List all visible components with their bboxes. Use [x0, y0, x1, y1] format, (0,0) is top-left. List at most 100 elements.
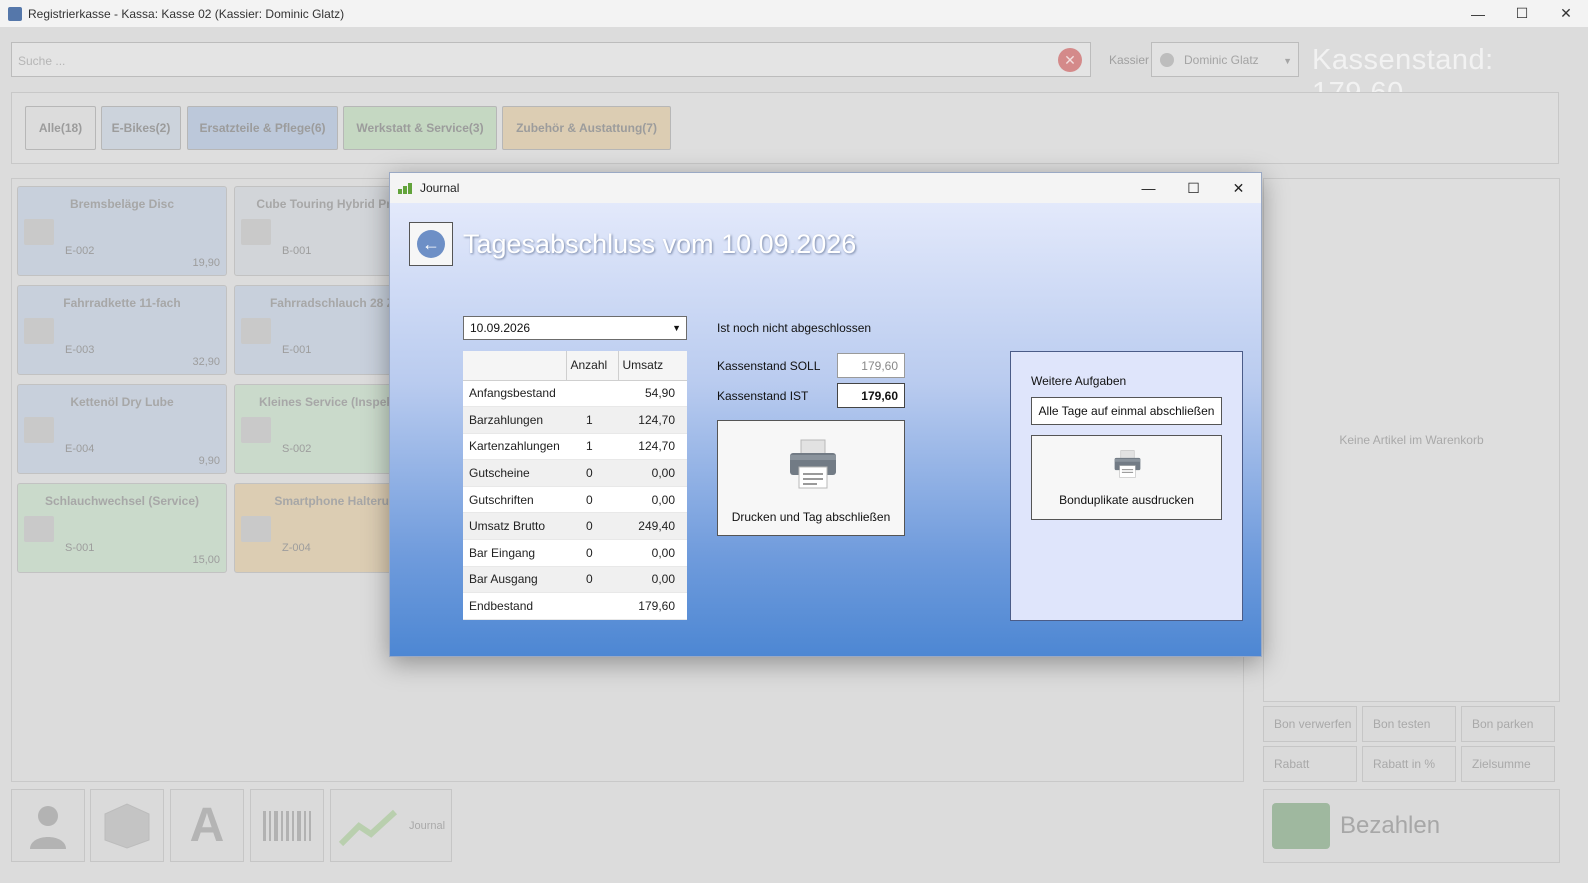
- bezahlen-label: Bezahlen: [1340, 812, 1441, 839]
- category-label: Alle(18): [38, 121, 83, 135]
- table-header-row: Anzahl Umsatz: [463, 351, 687, 381]
- customer-button[interactable]: [11, 789, 85, 862]
- chevron-down-icon: ▼: [672, 323, 681, 333]
- bon-parken-button[interactable]: Bon parken: [1461, 706, 1555, 742]
- product-name: Schlauchwechsel (Service): [44, 494, 200, 508]
- category-ebikes[interactable]: E-Bikes(2): [101, 106, 181, 150]
- product-code: E-003: [65, 344, 95, 356]
- category-label: Werkstatt & Service(3): [356, 121, 484, 135]
- row-label: Gutschriften: [463, 486, 566, 514]
- dialog-body: ← Tagesabschluss vom 10.09.2026 10.09.20…: [390, 203, 1261, 656]
- chart-up-icon: [339, 809, 398, 846]
- close-button[interactable]: ✕: [1544, 0, 1588, 27]
- product-image: [24, 516, 54, 542]
- minimize-button[interactable]: —: [1456, 0, 1500, 27]
- search-input[interactable]: Suche ...: [11, 42, 1091, 77]
- row-amount: 249,40: [618, 512, 687, 541]
- row-count: 0: [566, 459, 618, 487]
- close-all-days-button[interactable]: Alle Tage auf einmal abschließen: [1031, 397, 1222, 425]
- clear-search-icon[interactable]: ✕: [1058, 48, 1082, 72]
- letter-a-icon: A: [189, 799, 225, 852]
- bicycle-icon: [241, 219, 271, 245]
- dialog-close-button[interactable]: ✕: [1216, 173, 1261, 203]
- category-alle[interactable]: Alle(18): [25, 106, 96, 150]
- product-code: E-004: [65, 443, 95, 455]
- print-duplicates-label: Bonduplikate ausdrucken: [1059, 493, 1194, 507]
- row-amount: 124,70: [618, 433, 687, 461]
- window-title: Registrierkasse - Kassa: Kasse 02 (Kassi…: [28, 6, 345, 21]
- product-tile[interactable]: Schlauchwechsel (Service) S-001 15,00: [17, 483, 227, 573]
- row-label: Gutscheine: [463, 459, 566, 487]
- row-amount: 179,60: [618, 592, 687, 620]
- row-label: Umsatz Brutto: [463, 512, 566, 541]
- arrow-left-icon: ←: [417, 230, 445, 258]
- product-code: E-001: [282, 344, 312, 356]
- kassier-selected-value: Dominic Glatz: [1184, 52, 1259, 67]
- journal-chart-icon: [398, 182, 414, 194]
- box-icon: [104, 802, 150, 849]
- product-tile[interactable]: Kettenöl Dry Lube E-004 9,90: [17, 384, 227, 474]
- rabatt-button[interactable]: Rabatt: [1263, 746, 1357, 782]
- dialog-maximize-button[interactable]: ☐: [1171, 173, 1216, 203]
- journal-dialog: Journal — ☐ ✕ ← Tagesabschluss vom 10.09…: [389, 172, 1262, 657]
- product-image: [241, 516, 271, 542]
- row-count: 1: [566, 406, 618, 434]
- product-code: S-002: [282, 443, 312, 455]
- row-amount: 124,70: [618, 406, 687, 434]
- barcode-icon: [263, 810, 311, 841]
- maximize-button[interactable]: ☐: [1500, 0, 1544, 27]
- dialog-titlebar: Journal — ☐ ✕: [390, 173, 1261, 203]
- back-button[interactable]: ←: [409, 222, 453, 266]
- print-and-close-day-button[interactable]: Drucken und Tag abschließen: [717, 420, 905, 536]
- product-name: Fahrradkette 11-fach: [63, 296, 181, 310]
- articles-button[interactable]: [90, 789, 164, 862]
- row-count: [566, 592, 618, 620]
- date-select[interactable]: 10.09.2026 ▼: [463, 316, 687, 340]
- category-label: Ersatzteile & Pflege(6): [199, 121, 326, 135]
- cart-empty-text: Keine Artikel im Warenkorb: [1339, 433, 1484, 447]
- row-count: 1: [566, 433, 618, 461]
- category-ersatzteile[interactable]: Ersatzteile & Pflege(6): [187, 106, 338, 150]
- status-text: Ist noch nicht abgeschlossen: [717, 321, 872, 335]
- product-price: 32,90: [192, 356, 220, 368]
- column-header-anzahl: Anzahl: [566, 351, 619, 381]
- row-amount: 0,00: [618, 459, 687, 487]
- date-value: 10.09.2026: [470, 321, 531, 335]
- row-count: 0: [566, 512, 618, 541]
- kassier-select[interactable]: Dominic Glatz ▼: [1151, 42, 1299, 77]
- row-amount: 0,00: [618, 566, 687, 594]
- row-label: Anfangsbestand: [463, 380, 566, 408]
- category-zubehoer[interactable]: Zubehör & Austattung(7): [502, 106, 671, 150]
- printer-icon: [1114, 450, 1141, 478]
- kassier-label: Kassier: [1109, 53, 1150, 67]
- main-titlebar: Registrierkasse - Kassa: Kasse 02 (Kassi…: [0, 0, 1588, 27]
- user-icon: [1160, 52, 1174, 67]
- print-and-close-label: Drucken und Tag abschließen: [731, 510, 891, 524]
- row-count: 0: [566, 486, 618, 514]
- product-tile[interactable]: Fahrradkette 11-fach E-003 32,90: [17, 285, 227, 375]
- person-icon: [30, 805, 66, 849]
- kassenstand-ist-input[interactable]: 179,60: [837, 383, 905, 408]
- barcode-button[interactable]: [250, 789, 324, 862]
- product-price: 19,90: [192, 257, 220, 269]
- printer-icon: [790, 439, 836, 489]
- bon-testen-button[interactable]: Bon testen: [1362, 706, 1456, 742]
- further-tasks-panel: Weitere Aufgaben Alle Tage auf einmal ab…: [1010, 351, 1243, 621]
- bezahlen-button[interactable]: Bezahlen: [1263, 789, 1560, 863]
- rabatt-prozent-button[interactable]: Rabatt in %: [1362, 746, 1456, 782]
- column-header-umsatz: Umsatz: [618, 351, 687, 381]
- register-app-icon: [8, 6, 22, 21]
- product-tile[interactable]: Bremsbeläge Disc E-002 19,90: [17, 186, 227, 276]
- row-count: 0: [566, 566, 618, 594]
- product-image: [24, 219, 54, 245]
- dialog-minimize-button[interactable]: —: [1126, 173, 1171, 203]
- text-button[interactable]: A: [170, 789, 244, 862]
- table-row: Umsatz Brutto 0 249,40: [463, 512, 687, 541]
- kassenstand-soll-field: 179,60: [837, 353, 905, 378]
- product-code: Z-004: [282, 542, 311, 554]
- print-duplicates-button[interactable]: Bonduplikate ausdrucken: [1031, 435, 1222, 520]
- zielsumme-button[interactable]: Zielsumme: [1461, 746, 1555, 782]
- category-werkstatt[interactable]: Werkstatt & Service(3): [343, 106, 497, 150]
- journal-button[interactable]: Journal: [330, 789, 452, 862]
- bon-verwerfen-button[interactable]: Bon verwerfen: [1263, 706, 1357, 742]
